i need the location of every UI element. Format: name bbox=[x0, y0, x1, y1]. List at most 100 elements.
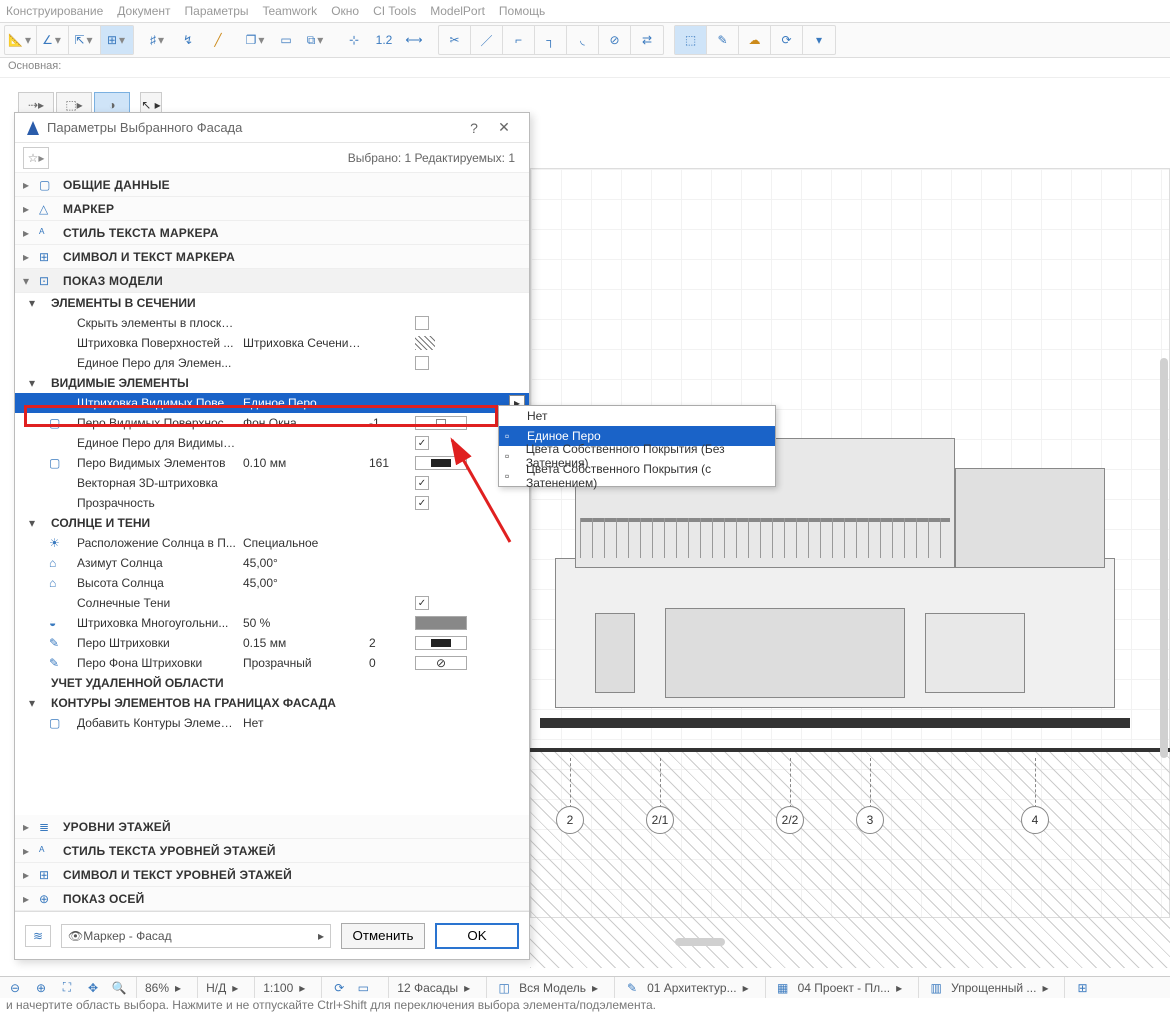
group-header[interactable]: ▾ЭЛЕМЕНТЫ В СЕЧЕНИИ bbox=[15, 293, 529, 313]
horizontal-scrollbar[interactable] bbox=[675, 938, 725, 946]
close-button[interactable]: ✕ bbox=[489, 119, 519, 136]
menu-item[interactable]: Документ bbox=[117, 4, 170, 18]
group-header[interactable]: ▾СОЛНЦЕ И ТЕНИ bbox=[15, 513, 529, 533]
pan-icon[interactable]: ✥ bbox=[84, 979, 102, 997]
status-item[interactable]: ✎01 Архитектур... ▸ bbox=[614, 977, 757, 998]
display-icon[interactable]: ⊞ bbox=[1073, 979, 1091, 997]
status-item[interactable]: ▦04 Проект - Пл... ▸ bbox=[765, 977, 911, 998]
section-header[interactable]: ▸⊕ПОКАЗ ОСЕЙ bbox=[15, 887, 529, 911]
sheet-small-icon[interactable]: ▭ bbox=[354, 979, 372, 997]
menu-item[interactable]: Конструирование bbox=[6, 4, 103, 18]
pen-control[interactable] bbox=[415, 416, 467, 430]
popup-item[interactable]: ▫Цвета Собственного Покрытия (с Затенени… bbox=[499, 466, 775, 486]
section-header[interactable]: ▸▢ОБЩИЕ ДАННЫЕ bbox=[15, 173, 529, 197]
checkbox[interactable] bbox=[415, 436, 429, 450]
status-item[interactable]: 12 Фасады ▸ bbox=[388, 977, 478, 998]
tool-ruler-icon[interactable]: 📐▾ bbox=[5, 26, 37, 54]
menu-item[interactable]: CI Tools bbox=[373, 4, 416, 18]
section-header[interactable]: ▸ᴬСТИЛЬ ТЕКСТА УРОВНЕЙ ЭТАЖЕЙ bbox=[15, 839, 529, 863]
layers-icon[interactable]: ❐▾ bbox=[242, 26, 270, 54]
favorites-button[interactable]: ☆▸ bbox=[23, 147, 49, 169]
popup-item[interactable]: Нет bbox=[499, 406, 775, 426]
group-header[interactable]: ▾КОНТУРЫ ЭЛЕМЕНТОВ НА ГРАНИЦАХ ФАСАДА bbox=[15, 693, 529, 713]
prop-row[interactable]: Скрыть элементы в плоско... bbox=[15, 313, 529, 333]
corner-icon[interactable]: ┐ bbox=[535, 26, 567, 54]
prop-row[interactable]: Штриховка Поверхностей ...Штриховка Сече… bbox=[15, 333, 529, 353]
pen-control[interactable]: ⊘ bbox=[415, 656, 467, 670]
offset-icon[interactable]: ⇄ bbox=[631, 26, 663, 54]
cloud-icon[interactable]: ☁ bbox=[739, 26, 771, 54]
cancel-button[interactable]: Отменить bbox=[341, 923, 425, 949]
menu-item[interactable]: Параметры bbox=[185, 4, 249, 18]
prop-row[interactable]: ⌂Азимут Солнца45,00° bbox=[15, 553, 529, 573]
section-header[interactable]: ▾⊡ПОКАЗ МОДЕЛИ bbox=[15, 269, 529, 293]
grid-toggle-icon[interactable]: ♯▾ bbox=[144, 26, 172, 54]
prop-row[interactable]: ▢Перо Видимых Элементов0.10 мм161 bbox=[15, 453, 529, 473]
prop-row[interactable]: ✎Перо Штриховки0.15 мм2 bbox=[15, 633, 529, 653]
orbit-icon[interactable]: ⟳ bbox=[330, 979, 348, 997]
trim-icon[interactable]: ⌐ bbox=[503, 26, 535, 54]
checkbox[interactable] bbox=[415, 596, 429, 610]
tool-level-icon[interactable]: ⇱▾ bbox=[69, 26, 101, 54]
guide-icon[interactable]: ╱ bbox=[204, 26, 232, 54]
zoom-out-icon[interactable]: ⊖ bbox=[6, 979, 24, 997]
cut-icon[interactable]: ✂ bbox=[439, 26, 471, 54]
menu-item[interactable]: Помощь bbox=[499, 4, 545, 18]
prop-row[interactable]: ◒Штриховка Многоугольни...50 % bbox=[15, 613, 529, 633]
tool-grid-icon[interactable]: ⊞▾ bbox=[101, 26, 133, 54]
zoom-level[interactable]: 86% ▸ bbox=[136, 977, 189, 998]
fillet-icon[interactable]: ◟ bbox=[567, 26, 599, 54]
tool-angle-icon[interactable]: ∠▾ bbox=[37, 26, 69, 54]
hatch-control[interactable] bbox=[415, 616, 467, 630]
layer-icon[interactable]: ≋ bbox=[25, 925, 51, 947]
menu-item[interactable]: ModelPort bbox=[430, 4, 485, 18]
prop-row[interactable]: Единое Перо для Видимых... bbox=[15, 433, 529, 453]
prop-row[interactable]: ▢Добавить Контуры Элемен...Нет bbox=[15, 713, 529, 733]
prop-row[interactable]: Единое Перо для Элемен... bbox=[15, 353, 529, 373]
vertical-scrollbar[interactable] bbox=[1160, 358, 1168, 758]
checkbox[interactable] bbox=[415, 496, 429, 510]
prop-row[interactable]: ✎Перо Фона ШтриховкиПрозрачный0⊘ bbox=[15, 653, 529, 673]
section-header[interactable]: ▸△МАРКЕР bbox=[15, 197, 529, 221]
help-button[interactable]: ? bbox=[459, 120, 489, 136]
prop-row[interactable]: Солнечные Тени bbox=[15, 593, 529, 613]
edit-icon[interactable]: ✎ bbox=[707, 26, 739, 54]
scale[interactable]: 1:100 ▸ bbox=[254, 977, 313, 998]
dialog-titlebar[interactable]: Параметры Выбранного Фасада ? ✕ bbox=[15, 113, 529, 143]
checkbox[interactable] bbox=[415, 356, 429, 370]
expand-icon[interactable]: ▾ bbox=[803, 26, 835, 54]
zoom-100-icon[interactable]: 🔍 bbox=[110, 979, 128, 997]
split-icon[interactable]: ⊘ bbox=[599, 26, 631, 54]
copy-icon[interactable]: ⧉▾ bbox=[302, 26, 330, 54]
pen-control[interactable] bbox=[415, 636, 467, 650]
snap-icon[interactable]: ↯ bbox=[174, 26, 202, 54]
zoom-in-icon[interactable]: ⊕ bbox=[32, 979, 50, 997]
prop-row[interactable]: ▢Перо Видимых Поверхнос...Фон Окна-1 bbox=[15, 413, 529, 433]
line-icon[interactable]: ／ bbox=[471, 26, 503, 54]
layer-selector[interactable]: 👁 Маркер - Фасад▸ bbox=[61, 924, 331, 948]
section-header[interactable]: ▸⊞СИМВОЛ И ТЕКСТ МАРКЕРА bbox=[15, 245, 529, 269]
prop-row[interactable]: ⌂Высота Солнца45,00° bbox=[15, 573, 529, 593]
group-header[interactable]: УЧЕТ УДАЛЕННОЙ ОБЛАСТИ bbox=[15, 673, 529, 693]
pen-control[interactable] bbox=[415, 456, 467, 470]
menu-item[interactable]: Teamwork bbox=[263, 4, 318, 18]
text-icon[interactable]: 1.2 bbox=[370, 26, 398, 54]
status-item[interactable]: ◫Вся Модель ▸ bbox=[486, 977, 606, 998]
ok-button[interactable]: OK bbox=[435, 923, 519, 949]
section-header[interactable]: ▸≣УРОВНИ ЭТАЖЕЙ bbox=[15, 815, 529, 839]
prop-row-selected[interactable]: Штриховка Видимых Пове...Единое Перо ▸ bbox=[15, 393, 529, 413]
status-nd[interactable]: Н/Д ▸ bbox=[197, 977, 246, 998]
section-header[interactable]: ▸ᴬСТИЛЬ ТЕКСТА МАРКЕРА bbox=[15, 221, 529, 245]
measure-icon[interactable]: ⟷ bbox=[400, 26, 428, 54]
refresh-icon[interactable]: ⟳ bbox=[771, 26, 803, 54]
marquee-icon[interactable]: ⬚ bbox=[675, 26, 707, 54]
prop-row[interactable]: ☀Расположение Солнца в П...Специальное bbox=[15, 533, 529, 553]
checkbox[interactable] bbox=[415, 316, 429, 330]
fit-icon[interactable]: ⛶ bbox=[58, 979, 76, 997]
sheet-icon[interactable]: ▭ bbox=[272, 26, 300, 54]
group-header[interactable]: ▾ВИДИМЫЕ ЭЛЕМЕНТЫ bbox=[15, 373, 529, 393]
status-item[interactable]: ▥Упрощенный ... ▸ bbox=[918, 977, 1056, 998]
hatch-icon[interactable] bbox=[415, 336, 435, 350]
dim-icon[interactable]: ⊹ bbox=[340, 26, 368, 54]
checkbox[interactable] bbox=[415, 476, 429, 490]
